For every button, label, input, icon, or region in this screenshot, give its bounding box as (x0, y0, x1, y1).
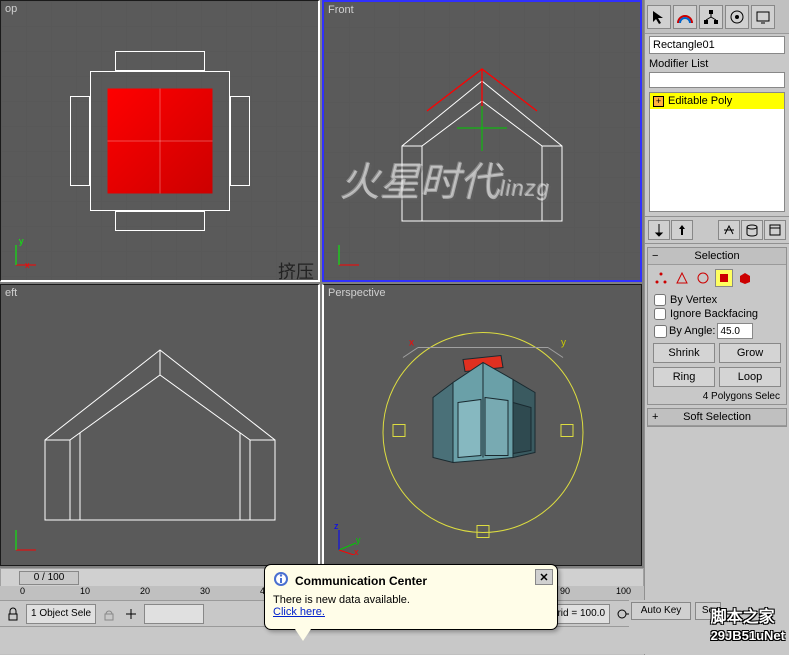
stack-item-label: Editable Poly (668, 95, 732, 107)
select-tool-icon[interactable] (647, 5, 671, 29)
svg-text:y: y (561, 338, 566, 349)
ring-button[interactable]: Ring (653, 367, 715, 387)
autokey-button[interactable]: Auto Key (631, 602, 691, 620)
info-icon (273, 571, 289, 590)
configure-icon[interactable] (764, 220, 786, 240)
by-vertex-checkbox[interactable] (654, 294, 666, 306)
animation-controls: Auto Key Se (629, 600, 789, 653)
lock-icon[interactable] (100, 605, 118, 623)
viewport-label: op (5, 3, 17, 15)
viewport-perspective[interactable]: Perspective x y (322, 284, 642, 566)
hierarchy-icon[interactable] (699, 5, 723, 29)
by-angle-label: By Angle: (669, 325, 715, 337)
time-scrub[interactable]: 0 / 100 (19, 571, 79, 585)
flap (230, 96, 250, 186)
by-vertex-label: By Vertex (670, 294, 717, 306)
viewport-front[interactable]: Front (322, 0, 642, 282)
axis-gizmo: z y x (334, 525, 364, 555)
grow-button[interactable]: Grow (719, 343, 781, 363)
communication-center-balloon: ✕ Communication Center There is new data… (264, 564, 558, 630)
angle-spinner[interactable] (717, 323, 753, 339)
viewport-label: Perspective (328, 287, 385, 299)
coord-x[interactable] (144, 604, 204, 624)
viewport-label: eft (5, 287, 17, 299)
axis-gizmo (11, 525, 41, 555)
make-unique-icon[interactable] (718, 220, 740, 240)
selected-polys (107, 88, 212, 193)
display-icon[interactable] (751, 5, 775, 29)
modifier-list-dropdown[interactable] (649, 72, 785, 88)
balloon-link[interactable]: Click here. (273, 606, 325, 618)
loop-button[interactable]: Loop (719, 367, 781, 387)
expand-icon[interactable]: + (653, 96, 664, 107)
viewport-label: Front (328, 4, 354, 16)
extrude-label: 挤压 (278, 258, 314, 284)
axis-gizmo: xy (11, 240, 41, 270)
element-subobj-icon[interactable] (736, 269, 754, 287)
pin-stack-icon[interactable] (648, 220, 670, 240)
setkey-button[interactable]: Se (695, 602, 721, 620)
flap (70, 96, 90, 186)
border-subobj-icon[interactable] (694, 269, 712, 287)
viewport-left[interactable]: eft (0, 284, 320, 566)
rainbow-icon[interactable] (673, 5, 697, 29)
motion-icon[interactable] (725, 5, 749, 29)
ignore-backfacing-label: Ignore Backfacing (670, 308, 758, 320)
show-end-result-icon[interactable] (671, 220, 693, 240)
crosshair-icon[interactable] (122, 605, 140, 623)
perspective-scene: x y (363, 308, 603, 543)
selection-count: 1 Object Sele (26, 604, 96, 624)
flap (115, 51, 205, 71)
viewport-top[interactable]: op xy (0, 0, 320, 282)
svg-text:x: x (409, 338, 414, 349)
by-angle-checkbox[interactable] (654, 325, 667, 338)
rollout-title: Soft Selection (683, 411, 751, 423)
flap (115, 211, 205, 231)
object-name-field[interactable]: Rectangle01 (649, 36, 785, 54)
soft-selection-rollout[interactable]: +Soft Selection (647, 408, 787, 427)
balloon-body-text: There is new data available. (273, 594, 549, 606)
vertex-subobj-icon[interactable] (652, 269, 670, 287)
polygon-subobj-icon[interactable] (715, 269, 733, 287)
selection-rollout: −Selection By Vertex Ignore Backfacing B… (647, 247, 787, 405)
ignore-backfacing-checkbox[interactable] (654, 308, 666, 320)
balloon-title: Communication Center (295, 574, 427, 588)
stack-item-editable-poly[interactable]: + Editable Poly (650, 93, 784, 109)
wireframe-house (372, 51, 592, 231)
lock-icon[interactable] (4, 605, 22, 623)
selection-status: 4 Polygons Selec (648, 389, 786, 404)
close-icon[interactable]: ✕ (535, 569, 553, 585)
remove-modifier-icon[interactable] (741, 220, 763, 240)
modifier-list-label: Modifier List (649, 58, 785, 70)
axis-gizmo (334, 240, 364, 270)
command-panel: Rectangle01 Modifier List + Editable Pol… (644, 0, 789, 655)
shrink-button[interactable]: Shrink (653, 343, 715, 363)
rollout-title: Selection (694, 250, 739, 262)
wireframe-house (25, 320, 295, 530)
edge-subobj-icon[interactable] (673, 269, 691, 287)
modifier-stack[interactable]: + Editable Poly (649, 92, 785, 212)
